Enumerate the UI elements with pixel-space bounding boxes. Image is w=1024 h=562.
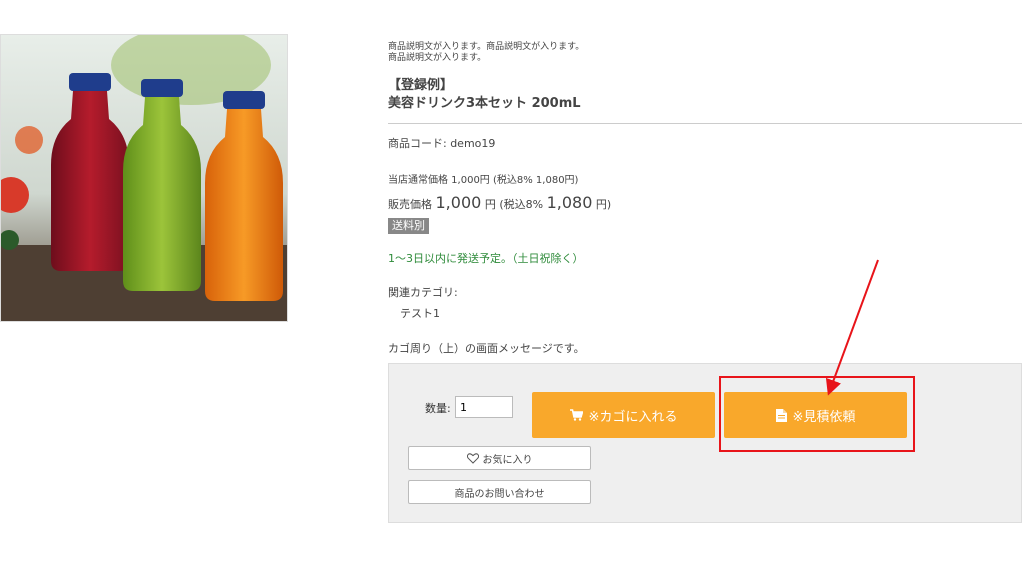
- product-image: [0, 34, 288, 322]
- tax-label: (税込8%: [499, 198, 544, 211]
- add-to-cart-button[interactable]: ※カゴに入れる: [532, 392, 715, 438]
- delivery-note: 1〜3日以内に発送予定。（土日祝除く）: [388, 252, 584, 265]
- sale-price-value: 1,000: [435, 193, 482, 212]
- quantity-input[interactable]: [455, 396, 513, 418]
- category-item[interactable]: テスト1: [400, 305, 1022, 321]
- add-to-cart-label: ※カゴに入れる: [588, 409, 678, 425]
- product-title-tag: 【登録例】: [388, 78, 454, 93]
- product-inquiry-label: 商品のお問い合わせ: [454, 488, 545, 500]
- tax-price-value: 1,080: [546, 193, 593, 212]
- heart-icon: [466, 452, 479, 464]
- favorite-button[interactable]: お気に入り: [408, 446, 591, 470]
- product-title: 【登録例】 美容ドリンク3本セット 200mL: [388, 77, 1022, 113]
- product-info: 商品説明文が入ります。商品説明文が入ります。 商品説明文が入ります。 【登録例】…: [388, 42, 1022, 356]
- quantity-label: 数量:: [425, 402, 451, 415]
- cart-icon: [569, 409, 583, 421]
- cart-box: 数量: ※カゴに入れる ※見積依頼 お気に入り 商品のお問い合わせ: [388, 363, 1022, 523]
- cart-message: カゴ周り（上）の画面メッセージです。: [388, 342, 585, 355]
- regular-price: 当店通常価格 1,000円 (税込8% 1,080円): [388, 175, 579, 186]
- product-code: 商品コード: demo19: [388, 137, 496, 150]
- tax-price-unit: 円): [595, 198, 612, 211]
- annotation-highlight-box: [719, 376, 915, 452]
- sale-price-label: 販売価格: [388, 198, 432, 211]
- title-divider: [388, 123, 1022, 124]
- shipping-badge: 送料別: [388, 218, 429, 234]
- favorite-label: お気に入り: [482, 454, 533, 466]
- product-title-name: 美容ドリンク3本セット 200mL: [388, 96, 581, 111]
- product-description-line2: 商品説明文が入ります。: [388, 53, 487, 63]
- juice-bottles-photo: [1, 35, 287, 321]
- sale-price-unit: 円: [484, 198, 496, 211]
- product-inquiry-button[interactable]: 商品のお問い合わせ: [408, 480, 591, 504]
- product-description-line1: 商品説明文が入ります。商品説明文が入ります。: [388, 42, 585, 52]
- category-label: 関連カテゴリ:: [388, 286, 458, 299]
- sale-price: 販売価格 1,000 円 (税込8% 1,080 円): [388, 193, 1022, 212]
